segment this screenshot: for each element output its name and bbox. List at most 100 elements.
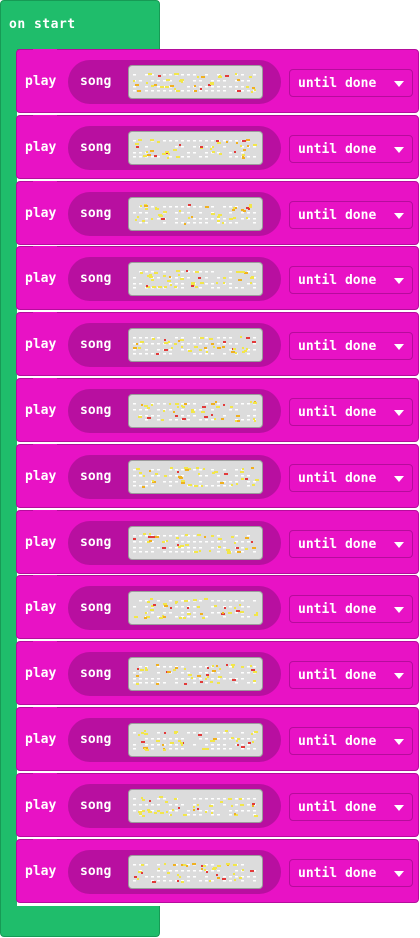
song-label: song (80, 600, 112, 616)
play-song-block[interactable]: play song until done (16, 312, 419, 377)
song-value-slot[interactable]: song (68, 652, 281, 697)
song-thumbnail[interactable] (128, 328, 263, 363)
playback-mode-dropdown[interactable]: until done (289, 858, 413, 887)
playback-mode-dropdown[interactable]: until done (289, 398, 413, 426)
play-song-block[interactable]: play song until done (16, 772, 419, 837)
play-song-block[interactable]: play song until done (16, 114, 419, 179)
play-label: play (25, 403, 57, 418)
playback-mode-label: until done (298, 470, 377, 486)
song-value-slot[interactable]: song (68, 520, 281, 565)
song-note-preview (133, 730, 258, 751)
song-value-slot[interactable]: song (68, 389, 281, 433)
play-song-block[interactable]: play song until done (16, 246, 419, 311)
song-label: song (80, 337, 112, 353)
song-note-preview (133, 466, 259, 488)
song-label: song (80, 271, 112, 287)
play-song-block[interactable]: play song until done (16, 378, 419, 442)
play-label: play (25, 797, 57, 813)
block-notch (33, 180, 57, 187)
song-thumbnail[interactable] (128, 525, 263, 560)
on-start-header[interactable]: on start (0, 0, 160, 50)
song-label: song (80, 732, 112, 747)
song-label: song (80, 139, 112, 155)
block-notch (33, 707, 57, 713)
playback-mode-dropdown[interactable]: until done (289, 134, 413, 163)
playback-mode-dropdown[interactable]: until done (289, 727, 413, 755)
play-song-block[interactable]: play song until done (16, 49, 419, 113)
play-song-block[interactable]: play song until done (16, 838, 419, 903)
song-thumbnail[interactable] (128, 196, 263, 231)
playback-mode-dropdown[interactable]: until done (289, 661, 413, 690)
on-start-spine (0, 48, 17, 908)
on-start-label: on start (9, 17, 76, 32)
song-note-preview (133, 203, 256, 225)
block-notch (33, 312, 57, 319)
playback-mode-label: until done (298, 602, 377, 618)
song-value-slot[interactable]: song (68, 454, 281, 499)
song-value-slot[interactable]: song (68, 60, 281, 104)
block-notch (33, 378, 57, 384)
play-label: play (25, 732, 57, 747)
song-thumbnail[interactable] (128, 657, 263, 692)
song-note-preview (133, 73, 256, 93)
chevron-down-icon (394, 870, 404, 877)
playback-mode-dropdown[interactable]: until done (289, 69, 413, 97)
song-label: song (80, 205, 112, 221)
playback-mode-label: until done (298, 734, 377, 749)
chevron-down-icon (394, 212, 404, 219)
song-value-slot[interactable]: song (68, 586, 281, 631)
song-label: song (80, 403, 112, 418)
song-value-slot[interactable]: song (68, 191, 281, 236)
chevron-down-icon (394, 739, 404, 745)
song-thumbnail[interactable] (128, 65, 263, 99)
chevron-down-icon (394, 81, 404, 87)
song-label: song (80, 797, 112, 813)
chevron-down-icon (394, 344, 404, 351)
song-value-slot[interactable]: song (68, 323, 281, 368)
song-note-preview (133, 795, 258, 817)
song-value-slot[interactable]: song (68, 849, 281, 894)
play-label: play (25, 205, 57, 221)
chevron-down-icon (394, 475, 404, 482)
playback-mode-dropdown[interactable]: until done (289, 332, 413, 361)
song-thumbnail[interactable] (128, 459, 263, 494)
song-thumbnail[interactable] (128, 854, 263, 889)
chevron-down-icon (394, 607, 404, 614)
play-label: play (25, 74, 57, 89)
chevron-down-icon (394, 146, 404, 153)
playback-mode-label: until done (298, 339, 377, 355)
play-song-block[interactable]: play song until done (16, 443, 419, 508)
play-song-block[interactable]: play song until done (16, 575, 419, 640)
song-label: song (80, 534, 112, 550)
play-song-block[interactable]: play song until done (16, 180, 419, 245)
play-label: play (25, 337, 57, 353)
play-song-block[interactable]: play song until done (16, 707, 419, 771)
song-thumbnail[interactable] (128, 591, 263, 626)
playback-mode-dropdown[interactable]: until done (289, 792, 413, 821)
playback-mode-dropdown[interactable]: until done (289, 595, 413, 624)
block-notch (33, 509, 57, 516)
playback-mode-label: until done (298, 76, 377, 91)
chevron-down-icon (394, 278, 404, 285)
playback-mode-dropdown[interactable]: until done (289, 463, 413, 492)
play-song-block[interactable]: play song until done (16, 641, 419, 706)
song-note-preview (133, 532, 256, 554)
song-thumbnail[interactable] (128, 788, 263, 823)
song-value-slot[interactable]: song (68, 257, 281, 302)
playback-mode-dropdown[interactable]: until done (289, 529, 413, 558)
chevron-down-icon (394, 410, 404, 416)
play-song-block[interactable]: play song until done (16, 509, 419, 574)
block-notch (33, 443, 57, 450)
song-value-slot[interactable]: song (68, 718, 281, 762)
song-thumbnail[interactable] (128, 130, 263, 165)
playback-mode-dropdown[interactable]: until done (289, 200, 413, 229)
playback-mode-dropdown[interactable]: until done (289, 266, 413, 295)
song-note-preview (133, 336, 256, 356)
song-thumbnail[interactable] (128, 262, 263, 297)
block-notch (33, 575, 57, 582)
song-thumbnail[interactable] (128, 723, 263, 757)
song-thumbnail[interactable] (128, 394, 263, 428)
song-value-slot[interactable]: song (68, 125, 281, 170)
song-value-slot[interactable]: song (68, 783, 281, 828)
play-label: play (25, 139, 57, 155)
